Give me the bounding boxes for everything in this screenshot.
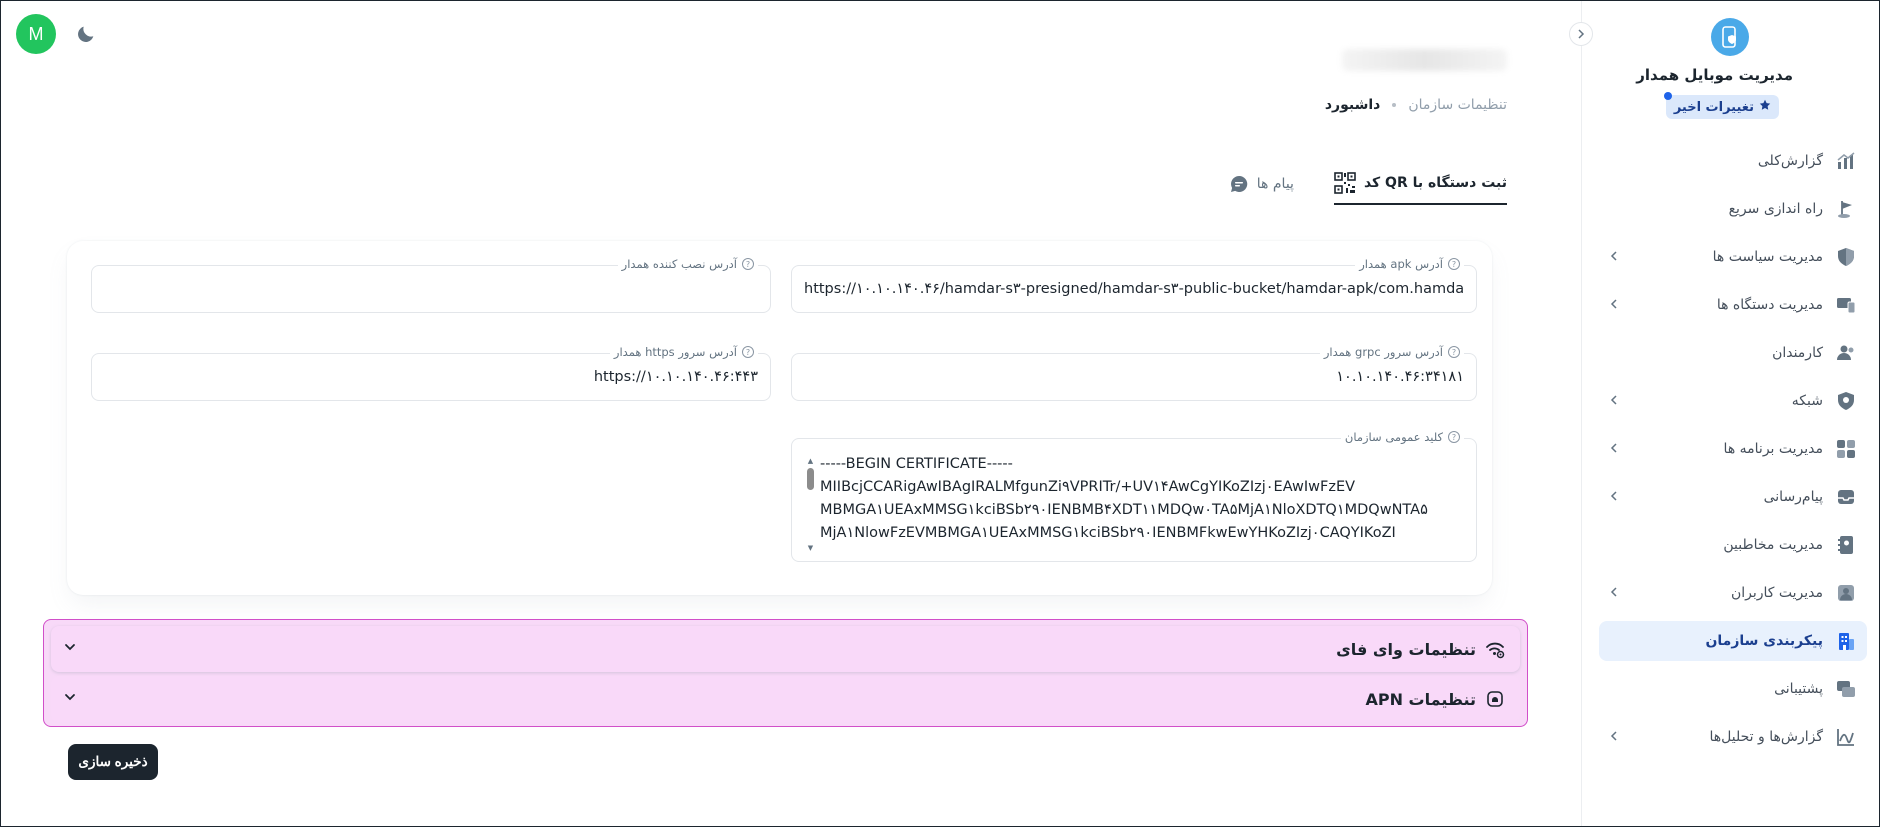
tab-label: ثبت دستگاه با QR کد — [1363, 175, 1507, 191]
contacts-book-icon — [1835, 534, 1857, 556]
inbox-icon — [1835, 486, 1857, 508]
tab-label: پیام ها — [1256, 176, 1294, 192]
chevron-left-icon[interactable] — [1609, 394, 1619, 408]
chevron-down-icon[interactable] — [63, 640, 77, 658]
mobile-shield-icon — [1722, 26, 1736, 48]
field-label: آدرس نصب کننده همدار — [621, 257, 737, 271]
field-label: کلید عمومی سازمان — [1344, 430, 1443, 444]
app-logo — [1711, 18, 1749, 56]
chevron-left-icon[interactable] — [1609, 730, 1619, 744]
sidebar-item-building[interactable]: پیکربندی سازمان — [1599, 621, 1867, 661]
sidebar-item-chart-line[interactable]: گزارش‌ها و تحلیل‌ها — [1599, 717, 1867, 757]
app-title: مدیریت موبایل همدار — [1636, 66, 1793, 84]
wifi-settings-accordion[interactable]: تنظیمات وای فای — [51, 626, 1520, 672]
chart-line-icon — [1835, 726, 1857, 748]
sidebar-item-network-shield[interactable]: شبکه — [1599, 381, 1867, 421]
network-settings-accordions: تنظیمات وای فای تنظیمات APN — [43, 619, 1528, 727]
star-icon — [1759, 99, 1771, 115]
sidebar-item-support-chat[interactable]: پشتیبانی — [1599, 669, 1867, 709]
analytics-icon — [1835, 150, 1857, 172]
recent-changes-badge[interactable]: تغییرات اخیر — [1663, 92, 1779, 119]
https-server-field[interactable]: آدرس سرور https همدار ? https://۱۰.۱۰.۱۴… — [91, 345, 771, 401]
public-key-field[interactable]: کلید عمومی سازمان ? ▲ ▼ -----BEGIN CERTI… — [791, 430, 1477, 562]
building-icon — [1835, 630, 1857, 652]
sidebar-item-user-card[interactable]: مدیریت کاربران — [1599, 573, 1867, 613]
help-icon[interactable]: ? — [742, 258, 754, 270]
breadcrumb-current: تنظیمات سازمان — [1408, 97, 1507, 113]
tab-qr-registration[interactable]: ثبت دستگاه با QR کد — [1333, 163, 1507, 205]
sidebar-item-label: پشتیبانی — [1774, 681, 1823, 697]
chevron-left-icon[interactable] — [1609, 250, 1619, 264]
page-title — [1342, 49, 1507, 71]
network-shield-icon — [1835, 390, 1857, 412]
chevron-left-icon[interactable] — [1609, 442, 1619, 456]
sidebar-item-label: کارمندان — [1772, 345, 1823, 361]
badge-label: تغییرات اخیر — [1673, 99, 1754, 115]
sidebar-collapse-button[interactable] — [1569, 22, 1593, 46]
notification-dot — [1663, 92, 1672, 100]
breadcrumb-separator — [1392, 103, 1397, 107]
user-avatar[interactable]: M — [16, 14, 56, 54]
users-icon — [1835, 342, 1857, 364]
sidebar-item-label: مدیریت دستگاه ها — [1716, 297, 1823, 313]
installer-url-field[interactable]: آدرس نصب کننده همدار ? — [91, 257, 771, 313]
apk-url-value: https://۱۰.۱۰.۱۴۰.۴۶/hamdar-s۳-presigned… — [804, 281, 1464, 297]
sidebar-item-label: گزارش‌کلی — [1757, 153, 1823, 169]
sidebar-item-label: مدیریت سیاست ها — [1712, 249, 1823, 265]
chevron-left-icon[interactable] — [1609, 586, 1619, 600]
chat-bubble-icon — [1230, 175, 1248, 192]
chevron-right-icon — [1578, 29, 1585, 39]
sidebar-item-analytics[interactable]: گزارش‌کلی — [1599, 141, 1867, 181]
grpc-server-field[interactable]: آدرس سرور grpc همدار ? ۱۰.۱۰.۱۴۰.۴۶:۳۴۱۸… — [791, 345, 1477, 401]
apn-settings-accordion[interactable]: تنظیمات APN — [51, 676, 1520, 722]
support-chat-icon — [1835, 678, 1857, 700]
qr-code-icon — [1334, 172, 1356, 194]
tab-messages[interactable]: پیام ها — [1229, 163, 1294, 205]
sidebar-nav: گزارش‌کلی راه اندازی سریع مدیریت سیاست ها م… — [1599, 141, 1867, 765]
shield-icon — [1835, 246, 1857, 268]
apn-icon — [1484, 688, 1506, 710]
sidebar-item-label: پیکربندی سازمان — [1705, 633, 1823, 649]
qr-settings-card: آدرس apk همدار ? https://۱۰.۱۰.۱۴۰.۴۶/ha… — [67, 241, 1492, 595]
sidebar-item-label: گزارش‌ها و تحلیل‌ها — [1709, 729, 1823, 745]
apk-url-field[interactable]: آدرس apk همدار ? https://۱۰.۱۰.۱۴۰.۴۶/ha… — [791, 257, 1477, 313]
sidebar-item-devices[interactable]: مدیریت دستگاه ها — [1599, 285, 1867, 325]
sidebar-item-inbox[interactable]: پیام‌رسانی — [1599, 477, 1867, 517]
help-icon[interactable]: ? — [1448, 431, 1460, 443]
user-card-icon — [1835, 582, 1857, 604]
accordion-label: تنظیمات وای فای — [1336, 639, 1476, 659]
public-key-value[interactable]: -----BEGIN CERTIFICATE----- MIIBcjCCARig… — [806, 453, 1464, 551]
chevron-left-icon[interactable] — [1609, 490, 1619, 504]
sidebar-item-apps[interactable]: مدیریت برنامه ها — [1599, 429, 1867, 469]
dark-mode-icon[interactable] — [75, 23, 97, 45]
flag-icon — [1835, 198, 1857, 220]
sidebar: مدیریت موبایل همدار تغییرات اخیر گزارش‌ک… — [1569, 1, 1879, 826]
tab-bar: ثبت دستگاه با QR کد پیام ها — [1229, 163, 1507, 207]
devices-icon — [1835, 294, 1857, 316]
grpc-server-value: ۱۰.۱۰.۱۴۰.۴۶:۳۴۱۸۱ — [1336, 369, 1464, 385]
sidebar-item-label: راه اندازی سریع — [1728, 201, 1823, 217]
breadcrumb-home[interactable]: داشبورد — [1325, 97, 1381, 113]
sidebar-item-shield[interactable]: مدیریت سیاست ها — [1599, 237, 1867, 277]
breadcrumb: داشبورد تنظیمات سازمان — [1325, 97, 1507, 113]
accordion-label: تنظیمات APN — [1365, 689, 1476, 709]
wifi-settings-icon — [1484, 638, 1506, 660]
sidebar-item-label: مدیریت مخاطبین — [1723, 537, 1823, 553]
sidebar-item-flag[interactable]: راه اندازی سریع — [1599, 189, 1867, 229]
sidebar-item-users[interactable]: کارمندان — [1599, 333, 1867, 373]
apps-icon — [1835, 438, 1857, 460]
sidebar-item-contacts-book[interactable]: مدیریت مخاطبین — [1599, 525, 1867, 565]
sidebar-item-label: پیام‌رسانی — [1763, 489, 1823, 505]
chevron-down-icon[interactable] — [63, 690, 77, 708]
sidebar-item-label: مدیریت برنامه ها — [1723, 441, 1823, 457]
sidebar-item-label: مدیریت کاربران — [1730, 585, 1823, 601]
save-button[interactable]: ذخیره سازی — [68, 744, 158, 780]
chevron-left-icon[interactable] — [1609, 298, 1619, 312]
https-server-value: https://۱۰.۱۰.۱۴۰.۴۶:۴۴۳ — [593, 369, 758, 385]
sidebar-item-label: شبکه — [1791, 393, 1823, 409]
